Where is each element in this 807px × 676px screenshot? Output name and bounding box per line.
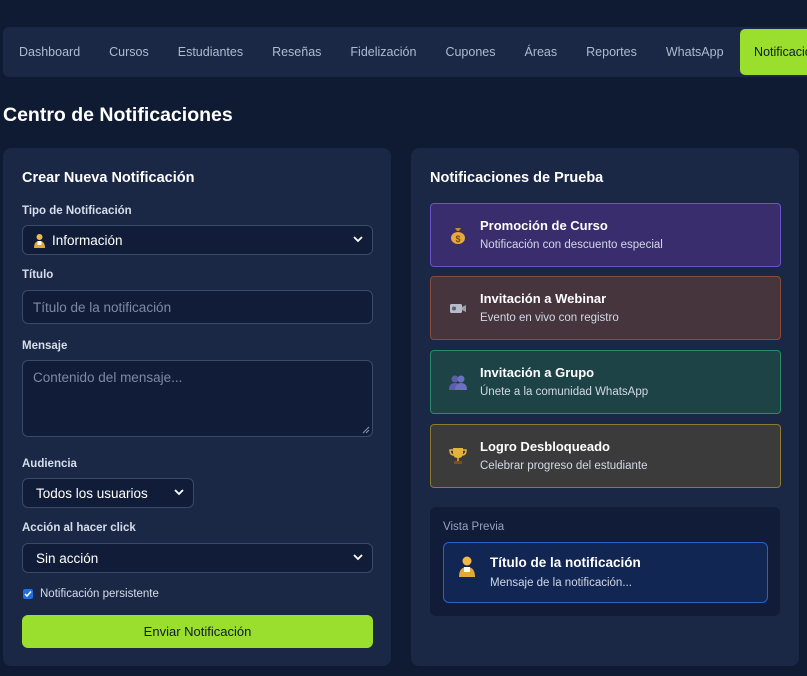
nav-reportes[interactable]: Reportes [572,29,652,75]
audience-label: Audiencia [22,458,77,470]
test-item-title: Invitación a Grupo [480,365,595,380]
test-item-title: Logro Desbloqueado [480,439,610,454]
test-item-subtitle: Celebrar progreso del estudiante [480,460,648,472]
action-label: Acción al hacer click [22,522,136,534]
test-item-grupo[interactable]: Invitación a Grupo Únete a la comunidad … [430,350,781,414]
action-select[interactable]: Sin acción [22,543,373,573]
resize-grip-icon[interactable] [362,426,370,434]
nav-dashboard[interactable]: Dashboard [3,29,95,75]
test-notifications-card: Notificaciones de Prueba $ Promoción de … [411,148,799,666]
nav-resenas[interactable]: Reseñas [258,29,336,75]
preview-title: Título de la notificación [490,555,641,570]
checkmark-icon [24,591,32,598]
test-item-title: Promoción de Curso [480,218,608,233]
test-item-title: Invitación a Webinar [480,291,607,306]
audience-select-value: Todos los usuarios [36,485,148,501]
create-card-title: Crear Nueva Notificación [22,170,195,186]
nav-areas[interactable]: Áreas [510,29,572,75]
persistent-label: Notificación persistente [40,588,159,600]
nav-cupones[interactable]: Cupones [431,29,510,75]
title-input-placeholder: Título de la notificación [33,299,172,315]
svg-text:$: $ [455,234,460,244]
chevron-down-icon [353,236,363,243]
test-item-webinar[interactable]: Invitación a Webinar Evento en vivo con … [430,276,781,340]
message-textarea[interactable]: Contenido del mensaje... [22,360,373,437]
send-notification-button[interactable]: Enviar Notificación [22,615,373,648]
audience-select[interactable]: Todos los usuarios [22,478,194,508]
chevron-down-icon [174,489,184,496]
info-icon [33,233,46,248]
test-item-logro[interactable]: Logro Desbloqueado Celebrar progreso del… [430,424,781,488]
trophy-icon [447,445,469,467]
nav-cursos[interactable]: Cursos [95,29,164,75]
type-select[interactable]: Información [22,225,373,255]
persistent-checkbox[interactable] [23,589,33,599]
money-bag-icon: $ [447,224,469,246]
title-input[interactable]: Título de la notificación [22,290,373,324]
test-item-promocion[interactable]: $ Promoción de Curso Notificación con de… [430,203,781,267]
chevron-down-icon [353,554,363,561]
message-label: Mensaje [22,340,68,352]
preview-box: Vista Previa Título de la notificación M… [430,507,780,616]
type-select-value: Información [52,232,123,248]
title-label: Título [22,269,54,281]
preview-message: Mensaje de la notificación... [490,577,632,589]
type-label: Tipo de Notificación [22,205,132,217]
top-nav: Dashboard Cursos Estudiantes Reseñas Fid… [3,27,807,77]
preview-label: Vista Previa [443,521,505,533]
action-select-value: Sin acción [36,550,99,566]
test-item-subtitle: Únete a la comunidad WhatsApp [480,386,649,398]
preview-notification: Título de la notificación Mensaje de la … [443,542,768,603]
persistent-row: Notificación persistente [23,588,159,600]
video-camera-icon [447,297,469,319]
tests-card-title: Notificaciones de Prueba [430,170,604,186]
group-icon [447,371,469,393]
create-notification-card: Crear Nueva Notificación Tipo de Notific… [3,148,391,666]
info-icon [457,555,479,577]
test-item-subtitle: Notificación con descuento especial [480,239,663,251]
test-item-subtitle: Evento en vivo con registro [480,312,619,324]
page-title: Centro de Notificaciones [3,104,233,126]
message-placeholder: Contenido del mensaje... [33,370,183,385]
nav-notificaciones[interactable]: Notificaciones [740,29,807,75]
nav-fidelizacion[interactable]: Fidelización [336,29,431,75]
nav-estudiantes[interactable]: Estudiantes [163,29,257,75]
nav-whatsapp[interactable]: WhatsApp [651,29,738,75]
